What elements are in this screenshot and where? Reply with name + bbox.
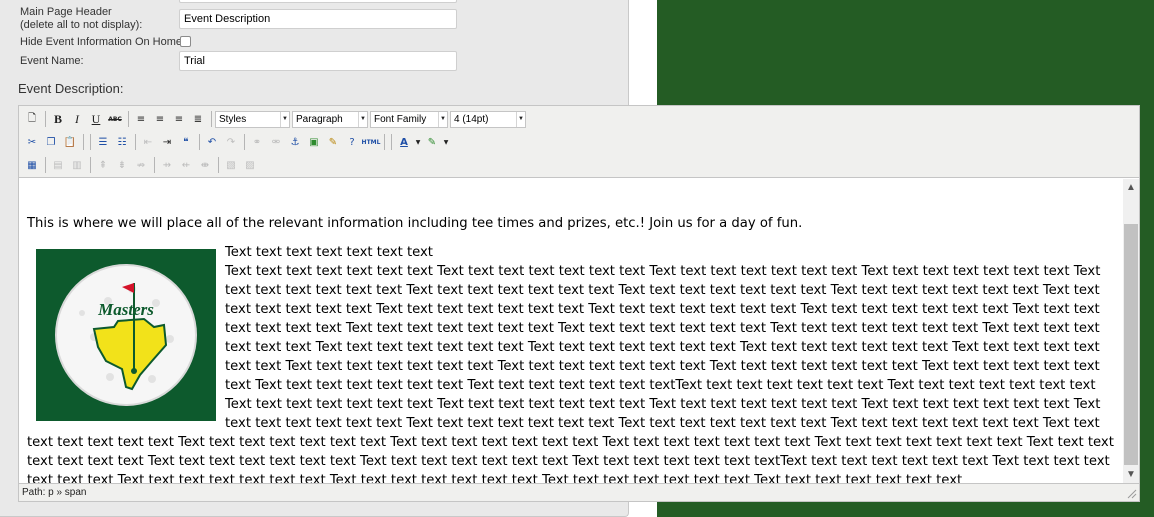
redo-icon[interactable]: ↷ bbox=[222, 133, 240, 151]
masters-logo-image: Masters bbox=[36, 249, 216, 421]
chevron-down-icon: ▼ bbox=[516, 111, 525, 127]
copy-icon[interactable]: ❐ bbox=[42, 133, 60, 151]
insert-row-before-icon[interactable]: ⇞ bbox=[94, 156, 112, 174]
merge-cells-icon[interactable]: ▨ bbox=[241, 156, 259, 174]
italic-button[interactable]: I bbox=[68, 110, 86, 128]
blockquote-icon[interactable]: ❝ bbox=[177, 133, 195, 151]
bold-button[interactable]: B bbox=[49, 110, 67, 128]
image-icon[interactable]: ▣ bbox=[305, 133, 323, 151]
cleanup-icon[interactable]: ✎ bbox=[324, 133, 342, 151]
editor-toolbar: 🗋 B I U ABC ≡ ≡ ≡ ≣ Styles ▼ Paragraph ▼… bbox=[19, 106, 1139, 178]
hide-event-checkbox[interactable] bbox=[180, 36, 191, 47]
html-source-button[interactable]: HTML bbox=[362, 133, 381, 151]
toolbar-row-3: ▦ ▤ ▥ ⇞ ⇟ ⇏ ⇸ ⇷ ⇼ ▧ ▨ bbox=[23, 155, 260, 175]
toolbar-separator bbox=[90, 157, 91, 173]
event-description-label: Event Description: bbox=[18, 81, 124, 96]
toolbar-separator bbox=[218, 157, 219, 173]
previous-field-input[interactable] bbox=[179, 0, 457, 3]
font-size-select-value: 4 (14pt) bbox=[454, 113, 489, 125]
toolbar-separator bbox=[211, 111, 212, 127]
insert-col-before-icon[interactable]: ⇸ bbox=[158, 156, 176, 174]
masters-logo-wordmark: Masters bbox=[97, 300, 154, 319]
chevron-down-icon: ▼ bbox=[438, 111, 447, 127]
cell-props-icon[interactable]: ▥ bbox=[68, 156, 86, 174]
text-color-icon[interactable]: A bbox=[395, 133, 413, 151]
masters-logo-graphic: Masters bbox=[55, 264, 197, 406]
toolbar-separator bbox=[45, 157, 46, 173]
insert-col-after-icon[interactable]: ⇷ bbox=[177, 156, 195, 174]
editor-statusbar: Path: p » span bbox=[19, 483, 1139, 501]
unlink-icon[interactable]: ⚮ bbox=[267, 133, 285, 151]
styles-select[interactable]: Styles ▼ bbox=[215, 110, 290, 128]
toolbar-separator bbox=[384, 134, 385, 150]
editor-scrollbar[interactable]: ▲ ▼ bbox=[1123, 179, 1139, 483]
cut-icon[interactable]: ✂ bbox=[23, 133, 41, 151]
resize-handle-icon[interactable] bbox=[1127, 489, 1137, 499]
anchor-icon[interactable]: ⚓ bbox=[286, 133, 304, 151]
row-props-icon[interactable]: ▤ bbox=[49, 156, 67, 174]
background-color-icon[interactable]: ✎ bbox=[423, 133, 441, 151]
bullet-list-icon[interactable]: ☰ bbox=[94, 133, 112, 151]
scroll-down-arrow-icon[interactable]: ▼ bbox=[1123, 466, 1139, 483]
delete-row-icon[interactable]: ⇏ bbox=[132, 156, 150, 174]
delete-col-icon[interactable]: ⇼ bbox=[196, 156, 214, 174]
chevron-down-icon: ▼ bbox=[358, 111, 367, 127]
intro-paragraph: This is where we will place all of the r… bbox=[27, 216, 803, 231]
split-cells-icon[interactable]: ▧ bbox=[222, 156, 240, 174]
chevron-down-icon: ▼ bbox=[280, 111, 289, 127]
main-header-sublabel: (delete all to not display): bbox=[20, 19, 143, 31]
underline-button[interactable]: U bbox=[87, 110, 105, 128]
rich-text-editor: 🗋 B I U ABC ≡ ≡ ≡ ≣ Styles ▼ Paragraph ▼… bbox=[18, 105, 1140, 502]
toolbar-separator bbox=[135, 134, 136, 150]
help-icon[interactable]: ? bbox=[343, 133, 361, 151]
align-left-icon[interactable]: ≡ bbox=[132, 110, 150, 128]
paste-icon[interactable]: 📋 bbox=[61, 133, 79, 151]
format-select-value: Paragraph bbox=[296, 113, 343, 125]
main-header-label: Main Page Header bbox=[20, 6, 112, 18]
numbered-list-icon[interactable]: ☷ bbox=[113, 133, 131, 151]
font-size-select[interactable]: 4 (14pt) ▼ bbox=[450, 110, 526, 128]
toolbar-separator bbox=[83, 134, 84, 150]
toolbar-separator bbox=[90, 134, 91, 150]
align-center-icon[interactable]: ≡ bbox=[151, 110, 169, 128]
toolbar-separator bbox=[45, 111, 46, 127]
new-document-icon[interactable]: 🗋 bbox=[23, 110, 41, 128]
toolbar-separator bbox=[154, 157, 155, 173]
toolbar-separator bbox=[128, 111, 129, 127]
format-select[interactable]: Paragraph ▼ bbox=[292, 110, 368, 128]
toolbar-row-2: ✂ ❐ 📋 ☰ ☷ ⇤ ⇥ ❝ ↶ ↷ ⚭ ⚮ ⚓ ▣ ✎ ? HTML A ▼ bbox=[23, 132, 451, 152]
strikethrough-button[interactable]: ABC bbox=[106, 110, 124, 128]
insert-row-after-icon[interactable]: ⇟ bbox=[113, 156, 131, 174]
main-header-input[interactable]: Event Description bbox=[179, 9, 457, 29]
font-family-select-value: Font Family bbox=[374, 113, 427, 125]
undo-icon[interactable]: ↶ bbox=[203, 133, 221, 151]
indent-icon[interactable]: ⇥ bbox=[158, 133, 176, 151]
scrollbar-thumb[interactable] bbox=[1124, 224, 1138, 465]
align-justify-icon[interactable]: ≣ bbox=[189, 110, 207, 128]
outdent-icon[interactable]: ⇤ bbox=[139, 133, 157, 151]
toolbar-separator bbox=[244, 134, 245, 150]
styles-select-value: Styles bbox=[219, 113, 247, 125]
chevron-down-icon[interactable]: ▼ bbox=[414, 133, 422, 151]
align-right-icon[interactable]: ≡ bbox=[170, 110, 188, 128]
scroll-up-arrow-icon[interactable]: ▲ bbox=[1123, 179, 1139, 196]
event-name-input[interactable]: Trial bbox=[179, 51, 457, 71]
font-family-select[interactable]: Font Family ▼ bbox=[370, 110, 448, 128]
table-insert-icon[interactable]: ▦ bbox=[23, 156, 41, 174]
toolbar-row-1: 🗋 B I U ABC ≡ ≡ ≡ ≣ Styles ▼ Paragraph ▼… bbox=[23, 109, 528, 129]
link-icon[interactable]: ⚭ bbox=[248, 133, 266, 151]
element-path: Path: p » span bbox=[22, 487, 87, 498]
hide-event-label: Hide Event Information On Home: bbox=[20, 36, 186, 48]
event-name-label: Event Name: bbox=[20, 55, 84, 67]
toolbar-separator bbox=[391, 134, 392, 150]
editor-content-area[interactable]: This is where we will place all of the r… bbox=[19, 179, 1123, 483]
toolbar-separator bbox=[199, 134, 200, 150]
chevron-down-icon[interactable]: ▼ bbox=[442, 133, 450, 151]
